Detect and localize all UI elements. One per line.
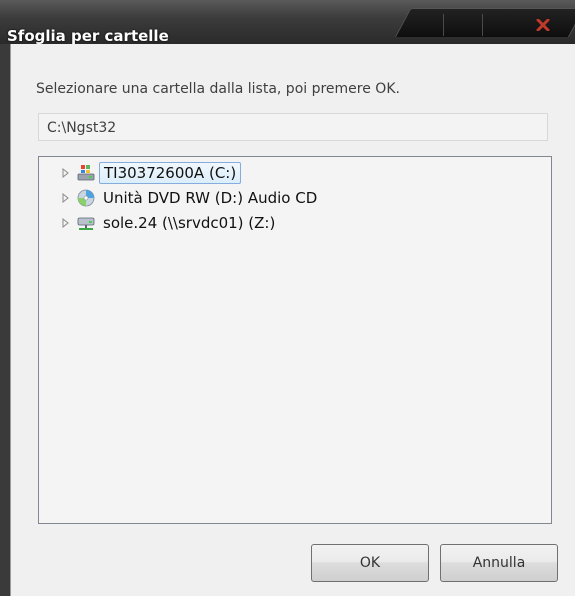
- tree-item-label: sole.24 (\\srvdc01) (Z:): [103, 214, 276, 232]
- tree-item-d-drive[interactable]: Unità DVD RW (D:) Audio CD: [59, 187, 321, 209]
- network-drive-icon: [77, 217, 95, 230]
- tree-item-z-drive[interactable]: sole.24 (\\srvdc01) (Z:): [59, 212, 279, 234]
- folder-tree[interactable]: TI30372600A (C:) Unità DVD RW (D:) Audio…: [38, 156, 552, 524]
- title-bar[interactable]: Sfoglia per cartelle: [0, 0, 575, 45]
- instruction-text: Selezionare una cartella dalla lista, po…: [36, 81, 400, 97]
- selected-path-field: C:\Ngst32: [38, 113, 548, 141]
- windows-drive-icon: [77, 165, 95, 181]
- tree-item-c-drive[interactable]: TI30372600A (C:): [59, 162, 242, 184]
- expand-arrow-icon[interactable]: [59, 191, 73, 205]
- minimize-button[interactable]: [443, 14, 483, 36]
- close-icon: [536, 19, 550, 31]
- tree-item-label: Unità DVD RW (D:) Audio CD: [103, 189, 318, 207]
- cancel-button[interactable]: Annulla: [440, 544, 558, 582]
- ok-button[interactable]: OK: [311, 544, 429, 582]
- tree-item-label: TI30372600A (C:): [99, 162, 242, 184]
- expand-arrow-icon[interactable]: [59, 166, 73, 180]
- close-button[interactable]: [521, 14, 565, 36]
- dialog-body: Selezionare una cartella dalla lista, po…: [10, 44, 575, 596]
- window-title: Sfoglia per cartelle: [7, 27, 169, 45]
- browse-folder-dialog: Sfoglia per cartelle Selezionare una car…: [0, 0, 575, 596]
- expand-arrow-icon[interactable]: [59, 216, 73, 230]
- cd-drive-icon: [77, 189, 95, 207]
- maximize-button[interactable]: [482, 14, 522, 36]
